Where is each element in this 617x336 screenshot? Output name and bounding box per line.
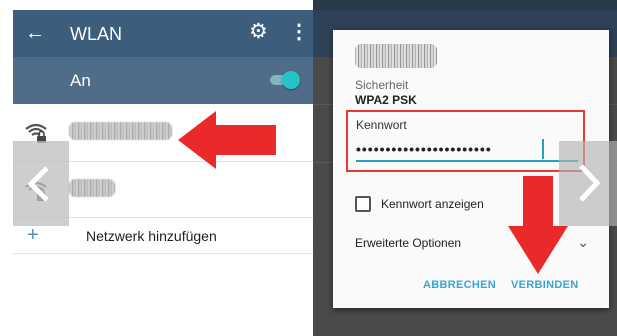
page-title: WLAN: [70, 24, 123, 44]
screenshot-stage: ← WLAN ⚙ ⋮ An + Netzwerk hinzufügen Sich…: [0, 0, 617, 336]
master-switch-label: An: [70, 71, 91, 90]
gear-icon[interactable]: ⚙: [249, 20, 268, 44]
wifi-toggle[interactable]: [270, 71, 300, 89]
plus-icon: +: [27, 224, 39, 246]
chevron-left-icon: [27, 166, 49, 202]
carousel-prev-button[interactable]: [13, 141, 69, 226]
network-name-obscured: [69, 122, 172, 140]
show-password-label: Kennwort anzeigen: [381, 197, 484, 211]
carousel-next-button[interactable]: [559, 141, 617, 226]
add-network-label: Netzwerk hinzufügen: [86, 228, 217, 244]
input-underline: [356, 160, 578, 162]
password-field-highlight: Kennwort •••••••••••••••••••••••: [346, 110, 585, 172]
connect-button[interactable]: VERBINDEN: [511, 278, 579, 292]
chevron-right-icon: [579, 164, 601, 202]
show-password-checkbox[interactable]: [355, 196, 371, 212]
chevron-down-icon: ⌄: [577, 234, 589, 250]
app-bar: ← WLAN ⚙ ⋮: [13, 10, 313, 57]
advanced-options-label: Erweiterte Optionen: [355, 236, 462, 250]
password-input[interactable]: •••••••••••••••••••••••: [356, 140, 492, 158]
wifi-master-switch-row[interactable]: An: [13, 57, 313, 104]
network-name-obscured: [355, 44, 437, 68]
password-label: Kennwort: [356, 118, 407, 132]
security-value: WPA2 PSK: [355, 93, 417, 107]
text-cursor: [542, 139, 544, 159]
network-name-obscured: [69, 179, 115, 197]
toggle-knob: [282, 71, 300, 89]
security-label: Sicherheit: [355, 78, 409, 92]
cancel-button[interactable]: ABBRECHEN: [423, 278, 496, 292]
annotation-arrow-left: [178, 111, 276, 169]
more-vert-icon[interactable]: ⋮: [289, 20, 309, 44]
arrow-left-icon[interactable]: ←: [25, 21, 45, 45]
